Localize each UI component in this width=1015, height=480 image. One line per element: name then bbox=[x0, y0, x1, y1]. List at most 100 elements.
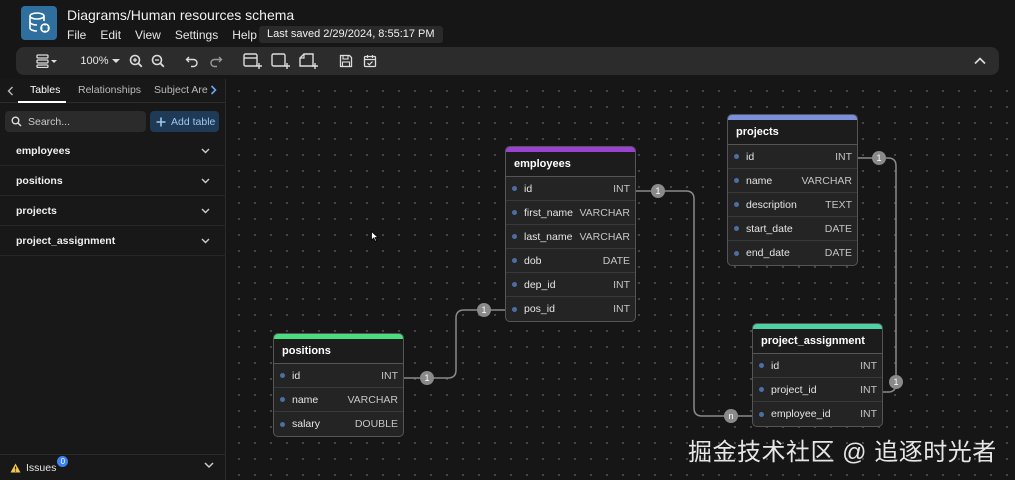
field-type: INT bbox=[613, 182, 630, 195]
save-button[interactable] bbox=[338, 51, 354, 71]
add-area-button[interactable] bbox=[270, 51, 292, 71]
table-list-item-name: project_assignment bbox=[16, 234, 116, 247]
tab-relationships[interactable]: Relationships bbox=[78, 84, 141, 96]
app-logo[interactable] bbox=[21, 6, 57, 40]
field-handle[interactable] bbox=[734, 202, 739, 207]
table-list-item-name: employees bbox=[16, 144, 71, 157]
tab-subject-areas[interactable]: Subject Are bbox=[154, 84, 208, 96]
field-type: DATE bbox=[602, 254, 630, 267]
toolbar: 100% bbox=[16, 47, 999, 75]
layout-menu-button[interactable] bbox=[34, 51, 60, 71]
table-field[interactable]: name VARCHAR bbox=[274, 388, 403, 412]
table-field[interactable]: id INT bbox=[728, 145, 857, 169]
field-handle[interactable] bbox=[759, 411, 764, 417]
field-name: dep_id bbox=[524, 278, 556, 291]
field-type: VARCHAR bbox=[579, 206, 630, 219]
todo-button[interactable] bbox=[362, 51, 378, 71]
chevron-down-icon bbox=[204, 462, 214, 469]
menu-file[interactable]: File bbox=[67, 28, 86, 42]
issues-panel-toggle[interactable]: Issues 0 bbox=[0, 454, 226, 480]
table-list-item-name: positions bbox=[16, 174, 63, 187]
table-projects[interactable]: projects id INT name VARCHAR description TE… bbox=[727, 114, 858, 266]
field-handle[interactable] bbox=[759, 363, 764, 368]
table-positions[interactable]: positions id INT name VARCHAR salary DOUBLE bbox=[273, 333, 404, 437]
field-handle[interactable] bbox=[512, 306, 517, 312]
field-handle[interactable] bbox=[734, 178, 739, 183]
table-project-assignment[interactable]: project_assignment id INT project_id INT e… bbox=[752, 323, 883, 427]
table-header[interactable]: positions bbox=[274, 339, 403, 364]
field-type: DATE bbox=[824, 247, 852, 259]
field-name: id bbox=[771, 359, 780, 372]
field-handle[interactable] bbox=[512, 210, 517, 215]
field-handle[interactable] bbox=[734, 250, 739, 256]
undo-button[interactable] bbox=[184, 51, 200, 71]
table-field[interactable]: first_name VARCHAR bbox=[506, 201, 635, 225]
issues-count-badge: 0 bbox=[57, 456, 69, 467]
search-box[interactable] bbox=[5, 111, 146, 132]
field-name: name bbox=[292, 393, 319, 406]
table-field[interactable]: id INT bbox=[753, 354, 882, 378]
menu-settings[interactable]: Settings bbox=[175, 28, 218, 42]
menu-bar: File Edit View Settings Help bbox=[67, 28, 257, 42]
add-table-tool-button[interactable] bbox=[242, 51, 264, 71]
field-name: name bbox=[746, 174, 773, 187]
zoom-select[interactable]: 100% bbox=[80, 51, 120, 71]
field-type: DATE bbox=[824, 222, 852, 235]
chevron-right-icon[interactable] bbox=[210, 85, 217, 95]
table-field[interactable]: project_id INT bbox=[753, 378, 882, 402]
mouse-cursor-icon bbox=[371, 231, 379, 242]
zoom-out-button[interactable] bbox=[150, 51, 166, 71]
table-header[interactable]: project_assignment bbox=[753, 329, 882, 354]
table-employees[interactable]: employees id INT first_name VARCHAR last_n… bbox=[505, 146, 636, 322]
table-list-item[interactable]: project_assignment bbox=[0, 226, 226, 256]
field-handle[interactable] bbox=[512, 258, 517, 263]
table-field[interactable]: dob DATE bbox=[506, 249, 635, 273]
field-name: id bbox=[524, 182, 533, 195]
table-field[interactable]: dep_id INT bbox=[506, 273, 635, 297]
menu-view[interactable]: View bbox=[135, 28, 161, 42]
table-list-item[interactable]: employees bbox=[0, 136, 226, 166]
field-handle[interactable] bbox=[734, 226, 739, 231]
table-field[interactable]: description TEXT bbox=[728, 193, 857, 217]
field-handle[interactable] bbox=[280, 397, 285, 402]
table-list-item[interactable]: positions bbox=[0, 166, 226, 196]
field-handle[interactable] bbox=[734, 154, 739, 159]
menu-edit[interactable]: Edit bbox=[100, 28, 121, 42]
table-field[interactable]: name VARCHAR bbox=[728, 169, 857, 193]
active-tab-indicator bbox=[18, 101, 66, 103]
add-note-button[interactable] bbox=[298, 51, 320, 71]
plus-icon bbox=[156, 117, 166, 126]
field-handle[interactable] bbox=[759, 387, 764, 392]
table-header[interactable]: projects bbox=[728, 120, 857, 145]
field-handle[interactable] bbox=[280, 373, 285, 378]
sidebar-tabs: Tables Relationships Subject Are bbox=[0, 79, 226, 103]
field-type: TEXT bbox=[825, 198, 852, 211]
table-field[interactable]: employee_id INT bbox=[753, 402, 882, 426]
field-handle[interactable] bbox=[512, 186, 517, 191]
table-field[interactable]: id INT bbox=[506, 177, 635, 201]
field-handle[interactable] bbox=[280, 421, 285, 427]
field-name: description bbox=[746, 198, 797, 211]
table-field[interactable]: start_date DATE bbox=[728, 217, 857, 241]
add-table-icon bbox=[243, 53, 262, 69]
field-name: start_date bbox=[746, 222, 793, 235]
table-header[interactable]: employees bbox=[506, 152, 635, 177]
table-field[interactable]: salary DOUBLE bbox=[274, 412, 403, 436]
table-field[interactable]: id INT bbox=[274, 364, 403, 388]
add-table-button[interactable]: Add table bbox=[150, 111, 219, 132]
field-handle[interactable] bbox=[512, 234, 517, 239]
zoom-in-button[interactable] bbox=[128, 51, 144, 71]
table-field[interactable]: last_name VARCHAR bbox=[506, 225, 635, 249]
table-field[interactable]: pos_id INT bbox=[506, 297, 635, 321]
menu-help[interactable]: Help bbox=[232, 28, 257, 42]
zoom-out-icon bbox=[151, 54, 165, 68]
chevron-left-icon[interactable] bbox=[7, 86, 14, 96]
table-list-item[interactable]: projects bbox=[0, 196, 226, 226]
tab-tables[interactable]: Tables bbox=[30, 84, 60, 96]
table-field[interactable]: end_date DATE bbox=[728, 241, 857, 265]
field-type: VARCHAR bbox=[347, 393, 398, 406]
search-input[interactable] bbox=[28, 115, 138, 128]
field-handle[interactable] bbox=[512, 282, 517, 287]
redo-button[interactable] bbox=[208, 51, 224, 71]
collapse-toolbar-button[interactable] bbox=[972, 51, 988, 71]
